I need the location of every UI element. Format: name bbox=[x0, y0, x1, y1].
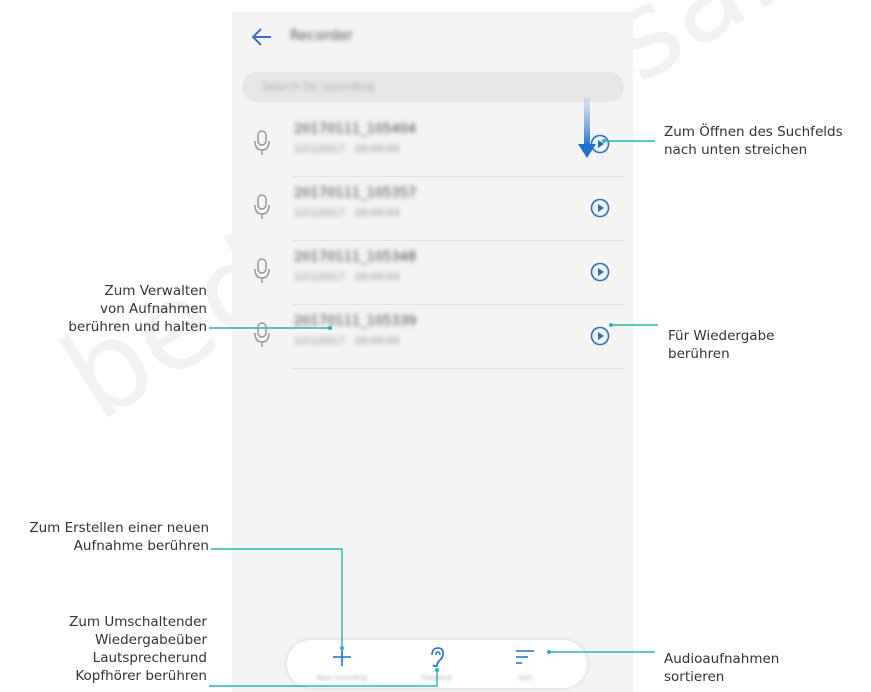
earpiece-icon[interactable] bbox=[426, 646, 448, 668]
callout-play: Für Wiedergabe berühren bbox=[668, 328, 775, 362]
search-input[interactable]: Search for recording bbox=[242, 72, 624, 102]
recording-meta: 1/11/2017 00:00:05 bbox=[294, 336, 400, 347]
play-icon[interactable] bbox=[590, 198, 610, 218]
earpiece-label: Earpiece bbox=[421, 674, 453, 682]
app-title: Recorder bbox=[290, 28, 353, 44]
microphone-icon bbox=[254, 258, 270, 283]
app-bar: Recorder bbox=[232, 12, 633, 62]
back-arrow-icon[interactable] bbox=[250, 26, 274, 48]
bottom-action-bar: New recording Earpiece Sort bbox=[287, 640, 587, 688]
play-icon[interactable] bbox=[590, 262, 610, 282]
microphone-icon bbox=[254, 194, 270, 219]
sort-icon[interactable] bbox=[514, 646, 536, 668]
callout-new: Zum Erstellen einer neuen Aufnahme berühr… bbox=[29, 520, 209, 554]
recording-name: 20170111_105404 bbox=[294, 122, 417, 137]
recording-meta: 1/11/2017 00:00:04 bbox=[294, 208, 400, 219]
list-item[interactable]: 20170111_105348 1/11/2017 00:00:03 bbox=[232, 240, 633, 304]
list-item[interactable]: 20170111_105404 1/11/2017 00:00:05 bbox=[232, 112, 633, 176]
callout-sort: Audioaufnahmen sortieren bbox=[664, 651, 780, 685]
recording-name: 20170111_105339 bbox=[294, 314, 417, 329]
search-placeholder: Search for recording bbox=[262, 80, 375, 93]
callout-switch: Zum Umschaltender Wiedergabeüber Lautsprec… bbox=[69, 614, 207, 684]
microphone-icon bbox=[254, 322, 270, 347]
new-recording-label: New recording bbox=[316, 674, 368, 682]
recorder-screen: Recorder Search for recording 20170111_1… bbox=[232, 12, 633, 692]
callout-manage: Zum Verwalten von Aufnahmen berühren und h… bbox=[68, 283, 207, 335]
recording-name: 20170111_105357 bbox=[294, 186, 417, 201]
recording-name: 20170111_105348 bbox=[294, 250, 417, 265]
list-item[interactable]: 20170111_105357 1/11/2017 00:00:04 bbox=[232, 176, 633, 240]
play-icon[interactable] bbox=[590, 134, 610, 154]
microphone-icon bbox=[254, 130, 270, 155]
divider bbox=[292, 368, 625, 369]
callout-swipe-search: Zum Öffnen des Suchfelds nach unten strei… bbox=[664, 124, 843, 158]
plus-icon[interactable] bbox=[331, 646, 353, 668]
sort-label: Sort bbox=[517, 674, 533, 682]
recording-meta: 1/11/2017 00:00:05 bbox=[294, 144, 400, 155]
recording-meta: 1/11/2017 00:00:03 bbox=[294, 272, 400, 283]
play-icon[interactable] bbox=[590, 326, 610, 346]
list-item[interactable]: 20170111_105339 1/11/2017 00:00:05 bbox=[232, 304, 633, 368]
